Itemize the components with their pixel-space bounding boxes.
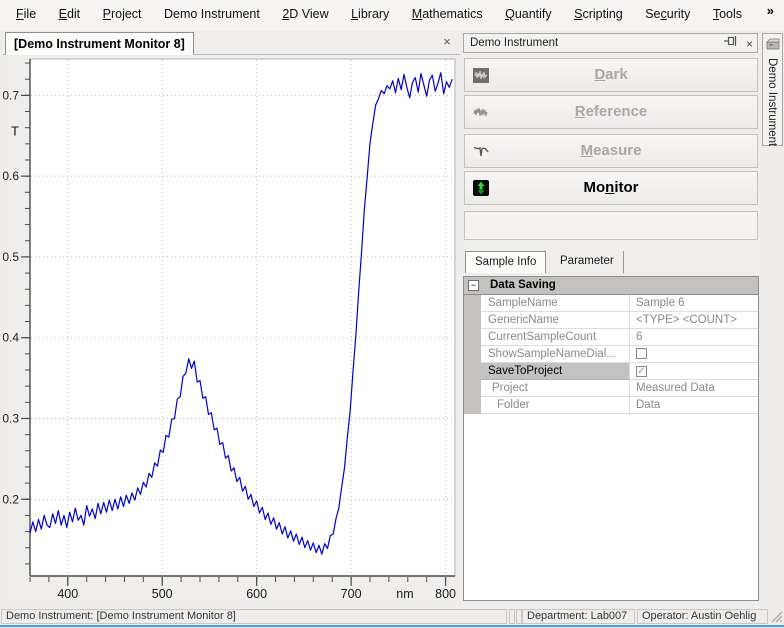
property-grid-empty-area — [464, 414, 758, 600]
row-folder[interactable]: Folder Data — [464, 397, 758, 414]
menu-library[interactable]: Library — [342, 0, 398, 28]
row-show-sample-name-dialog[interactable]: ShowSampleNameDial... — [464, 346, 758, 363]
menu-scripting[interactable]: Scripting — [565, 0, 632, 28]
instrument-panel-title: Demo Instrument — [470, 37, 559, 49]
menu-security[interactable]: Security — [636, 0, 699, 28]
monitor-button-label: Monitor — [583, 179, 639, 196]
row-current-sample-count[interactable]: CurrentSampleCount 6 — [464, 329, 758, 346]
property-label: GenericName — [481, 312, 630, 329]
dark-icon — [473, 67, 490, 84]
status-operator: Operator: Austin Oehlig — [637, 609, 768, 624]
svg-text:0.4: 0.4 — [3, 331, 19, 345]
sidetab-label: Demo Instrument — [766, 58, 778, 147]
reference-button-label: Reference — [574, 103, 648, 120]
menu-edit[interactable]: Edit — [50, 0, 90, 28]
menu-project[interactable]: Project — [94, 0, 151, 28]
property-value[interactable]: Sample 6 — [630, 295, 758, 312]
menu-mathematics[interactable]: Mathematics — [403, 0, 492, 28]
status-message: Demo Instrument: [Demo Instrument Monito… — [1, 609, 507, 624]
property-value[interactable]: Data — [630, 397, 758, 414]
svg-text:0.2: 0.2 — [3, 492, 19, 506]
reference-icon — [473, 104, 490, 121]
reference-button[interactable]: Reference — [464, 95, 758, 129]
row-generic-name[interactable]: GenericName <TYPE> <COUNT> — [464, 312, 758, 329]
checkbox-checked[interactable]: ✓ — [636, 366, 647, 377]
svg-text:400: 400 — [57, 587, 78, 600]
spectrum-chart: 0.2 0.3 0.4 0.5 0.6 0.7 400 500 600 700 800 Tnm — [2, 55, 460, 601]
panel-close-icon[interactable]: × — [746, 35, 753, 53]
property-value — [630, 346, 758, 363]
measure-button-label: Measure — [580, 142, 642, 159]
instrument-panel: Demo Instrument × Dark Reference Measure… — [463, 30, 759, 608]
property-label: SampleName — [481, 295, 630, 312]
tab-sample-info[interactable]: Sample Info — [465, 251, 547, 273]
pin-icon[interactable] — [723, 35, 737, 53]
menu-2d-view[interactable]: 2D View — [273, 0, 337, 28]
menu-quantify[interactable]: Quantify — [496, 0, 561, 28]
monitor-icon — [473, 180, 490, 197]
dark-button[interactable]: Dark — [464, 58, 758, 92]
instrument-icon — [766, 38, 781, 56]
row-save-to-project[interactable]: SaveToProject ✓ — [464, 363, 758, 380]
menu-bar: File Edit Project Demo Instrument 2D Vie… — [0, 0, 784, 30]
property-label: ShowSampleNameDial... — [481, 346, 630, 363]
menu-demo-instrument[interactable]: Demo Instrument — [155, 0, 269, 28]
svg-text:0.7: 0.7 — [3, 88, 19, 102]
svg-text:500: 500 — [152, 587, 173, 600]
panel-tabs: Sample Info Parameter — [463, 249, 759, 273]
status-spacer-1 — [509, 609, 515, 624]
instrument-panel-header: Demo Instrument × — [463, 33, 758, 53]
chart-window-tab[interactable]: [Demo Instrument Monitor 8] — [5, 32, 194, 55]
svg-text:0.3: 0.3 — [3, 411, 19, 425]
property-label: Folder — [481, 397, 630, 414]
chart-tab-bar: [Demo Instrument Monitor 8] × — [3, 31, 460, 55]
instrument-message-box — [464, 211, 758, 240]
svg-text:0.5: 0.5 — [3, 250, 19, 264]
monitor-chart-window: [Demo Instrument Monitor 8] × 0.2 0.3 0.4 0… — [2, 31, 460, 601]
measure-icon — [473, 143, 490, 160]
property-label: Project — [481, 380, 630, 397]
property-value: ✓ — [630, 363, 758, 380]
row-sample-name[interactable]: SampleName Sample 6 — [464, 295, 758, 312]
dark-button-label: Dark — [594, 66, 628, 83]
status-department: Department: Lab007 — [522, 609, 635, 624]
row-project[interactable]: Project Measured Data — [464, 380, 758, 397]
menu-tools[interactable]: Tools — [704, 0, 751, 28]
svg-text:700: 700 — [341, 587, 362, 600]
property-value[interactable]: <TYPE> <COUNT> — [630, 312, 758, 329]
tab-parameter[interactable]: Parameter — [551, 251, 624, 273]
property-grid: − Data Saving SampleName Sample 6 Generi… — [463, 276, 759, 601]
collapse-icon[interactable]: − — [468, 280, 479, 291]
property-value[interactable]: Measured Data — [630, 380, 758, 397]
spectrum-plot: 0.2 0.3 0.4 0.5 0.6 0.7 400 500 600 700 800 Tnm — [2, 58, 456, 601]
svg-text:600: 600 — [246, 587, 267, 600]
status-bar: Demo Instrument: [Demo Instrument Monito… — [0, 608, 784, 625]
chart-close-icon[interactable]: × — [439, 34, 455, 50]
checkbox-unchecked[interactable] — [636, 348, 647, 359]
property-label: CurrentSampleCount — [481, 329, 630, 346]
property-group-label: Data Saving — [490, 279, 556, 291]
autohide-strip: Demo Instrument — [762, 30, 784, 608]
property-label: SaveToProject — [481, 363, 630, 380]
property-value[interactable]: 6 — [630, 329, 758, 346]
monitor-button[interactable]: Monitor — [464, 171, 758, 205]
measure-button[interactable]: Measure — [464, 134, 758, 168]
svg-text:nm: nm — [396, 587, 413, 600]
svg-text:T: T — [11, 124, 19, 139]
property-group-data-saving[interactable]: − Data Saving — [464, 277, 758, 295]
svg-text:800: 800 — [435, 587, 456, 600]
sidetab-demo-instrument[interactable]: Demo Instrument — [762, 33, 783, 146]
toolbar-overflow-chevron-icon[interactable]: » — [767, 0, 774, 22]
menu-file[interactable]: File — [7, 0, 45, 28]
svg-text:0.6: 0.6 — [3, 169, 19, 183]
